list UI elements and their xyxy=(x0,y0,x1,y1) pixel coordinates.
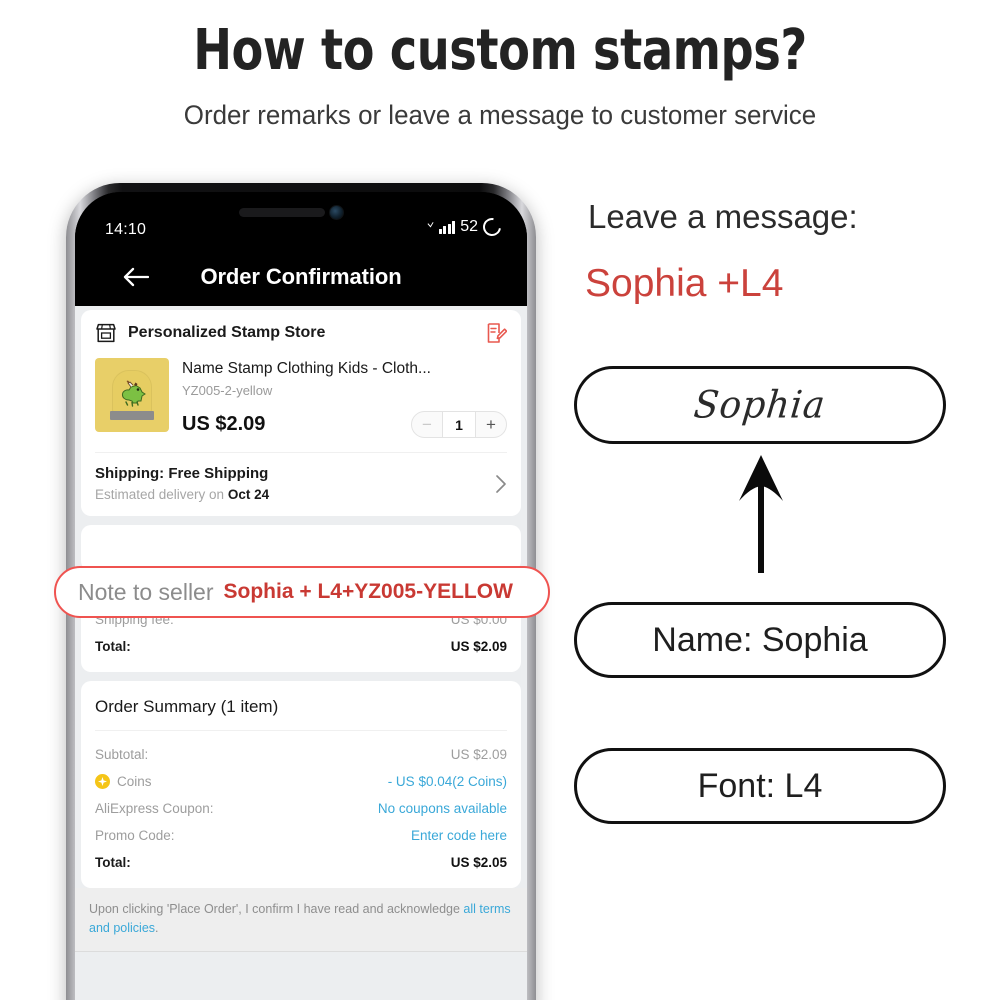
note-to-seller-value: Sophia + L4+YZ005-YELLOW xyxy=(223,580,513,603)
stamp-base-shape xyxy=(110,411,154,420)
network-tick-icon xyxy=(427,221,434,228)
front-camera-icon xyxy=(329,205,344,220)
row-value: US $2.05 xyxy=(450,855,507,870)
page-title: How to custom stamps? xyxy=(193,18,807,83)
order-summary-card: Order Summary (1 item) Subtotal: US $2.0… xyxy=(81,681,521,888)
page-subtitle: Order remarks or leave a message to cust… xyxy=(183,100,817,130)
total-row: Total: US $2.09 xyxy=(95,633,507,660)
summary-row-promo[interactable]: Promo Code: Enter code here xyxy=(95,822,507,849)
row-value[interactable]: Enter code here xyxy=(411,828,507,843)
product-row[interactable]: Name Stamp Clothing Kids - Cloth... YZ00… xyxy=(81,356,521,452)
quantity-value: 1 xyxy=(442,412,476,437)
row-label: Total: xyxy=(95,855,131,870)
coin-icon xyxy=(95,774,110,789)
note-to-seller-callout[interactable]: Note to seller Sophia + L4+YZ005-YELLOW xyxy=(54,566,550,618)
font-pill: Font: L4 xyxy=(574,748,946,824)
row-label: Subtotal: xyxy=(95,747,149,762)
dinosaur-graphic-icon xyxy=(121,380,146,407)
quantity-decrease-button[interactable]: − xyxy=(412,412,442,437)
order-confirmation-content: Personalized Stamp Store Name Stamp Clot… xyxy=(75,306,527,1000)
battery-level: 52 xyxy=(460,218,478,235)
status-bar-indicators: 52 xyxy=(427,214,505,240)
storefront-icon xyxy=(96,323,116,343)
product-info: Name Stamp Clothing Kids - Cloth... YZ00… xyxy=(169,358,507,438)
poster-root: How to custom stamps? Order remarks or l… xyxy=(0,0,1000,1000)
font-pill-text: Font: L4 xyxy=(697,766,823,805)
summary-row-total: Total: US $2.05 xyxy=(95,849,507,876)
product-price-row: US $2.09 − 1 + xyxy=(182,411,507,438)
summary-row: Subtotal: US $2.09 xyxy=(95,741,507,768)
order-summary-title: Order Summary (1 item) xyxy=(95,697,279,716)
summary-row-coupon[interactable]: AliExpress Coupon: No coupons available xyxy=(95,795,507,822)
store-name: Personalized Stamp Store xyxy=(128,324,326,341)
summary-row-coins[interactable]: Coins - US $0.04(2 Coins) xyxy=(95,768,507,795)
row-value: US $2.09 xyxy=(450,639,507,654)
row-value[interactable]: - US $0.04(2 Coins) xyxy=(388,774,507,789)
shipping-estimate-date: Oct 24 xyxy=(227,487,270,502)
shipping-estimate: Estimated delivery on Oct 24 xyxy=(95,487,269,502)
coin-sparkle-glyph xyxy=(98,777,107,786)
terms-suffix: . xyxy=(155,921,159,935)
note-to-seller-label: Note to seller xyxy=(78,578,214,605)
note-to-seller-row[interactable] xyxy=(81,525,521,571)
loading-spinner-icon xyxy=(479,214,505,240)
signature-preview-text: Sophia xyxy=(691,383,829,427)
edit-note-icon[interactable] xyxy=(485,322,507,344)
terms-notice: Upon clicking 'Place Order', I confirm I… xyxy=(75,888,527,951)
store-product-card: Personalized Stamp Store Name Stamp Clot… xyxy=(81,310,521,516)
store-header-row[interactable]: Personalized Stamp Store xyxy=(81,310,521,356)
app-navbar: Order Confirmation xyxy=(75,250,527,306)
order-summary-rows: Subtotal: US $2.09 Coins - US $0.04(2 Co… xyxy=(81,731,521,888)
terms-bottom-divider xyxy=(75,951,527,952)
terms-prefix: Upon clicking 'Place Order', I confirm I… xyxy=(89,902,464,916)
name-pill: Name: Sophia xyxy=(574,602,946,678)
row-label: Coins xyxy=(117,774,152,789)
row-label: AliExpress Coupon: xyxy=(95,801,214,816)
earpiece-speaker xyxy=(239,208,325,217)
row-label: Promo Code: xyxy=(95,828,175,843)
row-value[interactable]: No coupons available xyxy=(378,801,507,816)
row-value: US $2.09 xyxy=(450,747,507,762)
status-bar-time: 14:10 xyxy=(105,221,147,238)
chevron-right-icon xyxy=(496,474,506,493)
status-bar: 14:10 52 xyxy=(75,192,527,250)
quantity-increase-button[interactable]: + xyxy=(476,412,506,437)
product-thumbnail xyxy=(95,358,169,432)
product-sku: YZ005-2-yellow xyxy=(182,383,273,398)
leave-message-value: Sophia +L4 xyxy=(585,262,784,305)
product-price: US $2.09 xyxy=(182,413,266,435)
row-label: Total: xyxy=(95,639,131,654)
shipping-text-block: Shipping: Free Shipping Estimated delive… xyxy=(95,465,269,502)
shipping-estimate-prefix: Estimated delivery on xyxy=(95,487,228,502)
signature-preview-pill: Sophia xyxy=(574,366,946,444)
name-pill-text: Name: Sophia xyxy=(652,620,868,659)
shipping-method: Shipping: Free Shipping xyxy=(95,465,269,482)
arrow-up-icon xyxy=(739,455,783,573)
signal-bars-icon xyxy=(438,220,456,234)
leave-message-title: Leave a message: xyxy=(588,198,858,235)
quantity-stepper[interactable]: − 1 + xyxy=(411,411,507,438)
product-title: Name Stamp Clothing Kids - Cloth... xyxy=(182,360,431,377)
shipping-row[interactable]: Shipping: Free Shipping Estimated delive… xyxy=(81,453,521,516)
screen-title: Order Confirmation xyxy=(200,264,402,289)
